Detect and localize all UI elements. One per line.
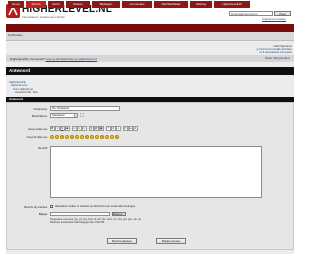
breadcrumb: HigherlevelNL Higherlevel.nl Over Higher… [9,81,38,94]
nav-tab-weblog[interactable]: Weblog [190,1,212,8]
max-size: Maximale bestandsformaat bijlagegrootte:… [50,221,105,225]
welcome-prefix: HigherlevelNL Connectie? [10,57,45,61]
notify-text: Attenderen indien er reacties op dit ber… [55,205,136,208]
email-icon[interactable]: @ [94,126,99,131]
post-button[interactable]: Bericht plaatsen [107,238,137,244]
attachment-label: Bijlage: [38,212,48,216]
search-button[interactable]: Zoek [274,11,291,16]
message-icon-preview [80,113,84,117]
bold-icon[interactable]: B [50,126,55,131]
underline-icon[interactable]: U [60,126,65,131]
link-icon[interactable]: ⚲ [89,126,94,131]
superscript-icon[interactable]: x² [123,126,128,131]
cool-icon[interactable] [85,135,89,139]
image-icon[interactable]: ▣ [99,126,104,131]
online-users: Online: 532 gebruikers [264,57,290,60]
code-icon[interactable]: # [111,126,116,131]
logo-tagline: Innovatieven onderneemershulp [22,15,65,19]
formatting-label: Voeg codes toe: [27,127,48,131]
smilies-row [50,135,120,140]
icon-select-value: Standaard [52,114,65,117]
chevron-down-icon [74,114,77,117]
italic-icon[interactable]: i [55,126,60,131]
page: HIGHERLEVEL.NL Innovatieven onderneemers… [0,0,300,254]
breadcrumb-current: Antwoord 'Re: Test' [15,90,38,94]
attachment-input[interactable] [50,212,110,216]
welcome-link[interactable]: Lees je lidmaatschap op Higherlevel.nl [46,57,97,61]
message-label: Bericht: [38,146,48,150]
smiley-icon[interactable] [50,135,54,139]
notifications-label[interactable]: Notificaties [8,33,23,37]
nav-tab-zoeken[interactable]: Zoeken [66,1,90,8]
smilies-label: Voeg Smilies toe: [26,135,48,139]
icon-label: Berichtikoon: [31,114,48,118]
main-nav [6,24,294,32]
subject-label: Onderwerp: [33,107,48,111]
list-icon[interactable]: • [116,126,121,131]
wink-icon[interactable] [55,135,59,139]
nav-tab-extra[interactable]: Extra [48,1,64,8]
message-textarea[interactable] [50,146,262,198]
notify-checkbox[interactable] [50,205,53,208]
grin-icon[interactable] [65,135,69,139]
page-title: Antwoord [9,68,30,73]
nav-tab-connecties[interactable]: Connecties [122,1,152,8]
nav-tab-home[interactable]: Home [8,1,24,8]
preview-button[interactable]: Bekijk preview [156,238,186,244]
nav-tab-forum[interactable]: Forum [26,1,46,8]
browse-button[interactable]: Bladeren... [112,212,126,216]
angry-icon[interactable] [70,135,74,139]
subject-input[interactable]: Re: TestJeleid [50,106,120,111]
strike-icon[interactable]: S [65,126,70,131]
cheesy-icon[interactable] [60,135,64,139]
nav-tab-bijdragen[interactable]: Bijdragen [92,1,120,8]
nav-tab-higherlevelhp[interactable]: HigherlevelHP [214,1,250,8]
search-input[interactable]: Doorzoek het forum [229,11,273,16]
notifications-strip [6,32,294,41]
rolleyes-icon[interactable] [95,135,99,139]
align-right-icon[interactable]: ≡ [82,126,87,131]
subscript-icon[interactable]: x₂ [128,126,133,131]
lips-sealed-icon[interactable] [110,135,114,139]
attachment-hint: Toegestane extensies: jpg, gif, png, bmp… [50,218,141,224]
huh-icon[interactable] [90,135,94,139]
formatting-toolbar: B i U S ≡ ≡ ≡ ⚲ @ ▣ " # • x² x₂ A [50,126,142,131]
align-left-icon[interactable]: ≡ [72,126,77,131]
quote-icon[interactable]: " [106,126,111,131]
sad-icon[interactable] [75,135,79,139]
embarrassed-icon[interactable] [105,135,109,139]
tongue-icon[interactable] [100,135,104,139]
nav-tab-wie-wat-waar[interactable]: Wie/Wat/Waar [154,1,188,8]
welcome-text: HigherlevelNL Connectie? Lees je lidmaat… [10,57,97,61]
icon-select[interactable]: Standaard [50,113,78,118]
notify-label: Bericht bij reacties: [24,205,48,209]
title-bar [6,67,294,75]
align-center-icon[interactable]: ≡ [77,126,82,131]
color-icon[interactable]: A [133,126,138,131]
advanced-search-link[interactable]: Uitgebreid zoeken [262,17,286,21]
shocked-icon[interactable] [80,135,84,139]
undecided-icon[interactable] [115,135,119,139]
